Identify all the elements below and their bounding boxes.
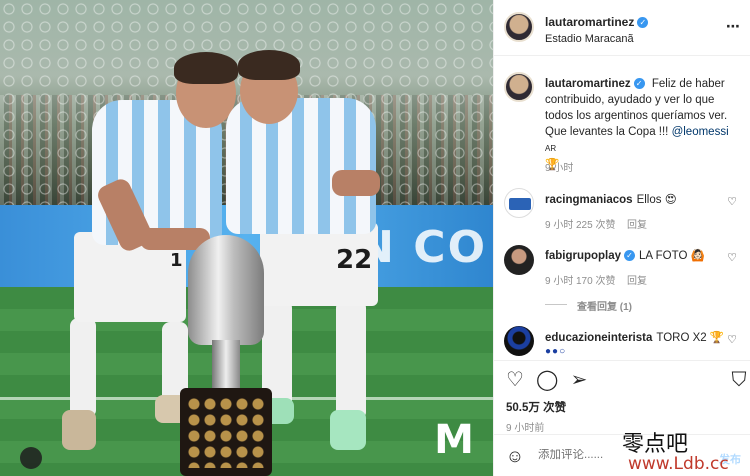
post-timestamp[interactable]: 9 小时前 <box>506 419 544 434</box>
comment-like-heart-icon[interactable]: ♡ <box>726 252 738 264</box>
comment-like-count[interactable]: 170 次赞 <box>576 272 615 287</box>
post-header: lautaromartinez ✓ Estadio Maracanã ⋯ <box>494 0 750 56</box>
player-right-boot-right <box>330 410 366 450</box>
comment-text: LA FOTO 🙆🏻 <box>639 250 705 262</box>
view-replies-button[interactable]: 查看回复 (1) <box>577 298 632 313</box>
player-left-sock <box>70 318 96 418</box>
player-left-number: 1 <box>170 250 183 271</box>
watermark-logo: M <box>434 417 474 463</box>
comment-time[interactable]: 9 小时 <box>545 272 573 287</box>
comment-fabigrupoplay: fabigrupoplay ✓ LA FOTO 🙆🏻 <box>545 248 705 262</box>
post-photo[interactable]: IÓN CO 1 22 M <box>0 0 493 476</box>
trophy-base <box>180 388 272 476</box>
player-left-boot <box>62 410 96 450</box>
instagram-post-view: IÓN CO 1 22 M lautaromartinez ✓ Estadio … <box>0 0 750 476</box>
comment-like-heart-icon[interactable]: ♡ <box>726 334 738 346</box>
player-left-hair <box>174 52 238 84</box>
user-tags-icon[interactable] <box>20 447 42 469</box>
comment-username[interactable]: fabigrupoplay ✓ <box>545 250 636 262</box>
caption-mention-link[interactable]: @leomessi <box>672 126 729 138</box>
comment-icon[interactable]: ◯ <box>536 369 558 391</box>
comment-racingmaniacos: racingmaniacos Ellos 😍 <box>545 192 677 206</box>
author-username[interactable]: lautaromartinez ✓ <box>545 15 649 29</box>
like-count[interactable]: 50.5万 次赞 <box>506 399 566 415</box>
comment-avatar-fabigrupoplay[interactable] <box>504 245 534 275</box>
trophy-stem <box>212 340 240 390</box>
share-icon[interactable]: ➢ <box>568 369 590 391</box>
comment-reply-button[interactable]: 回复 <box>627 216 647 231</box>
caption-username[interactable]: lautaromartinez ✓ <box>545 78 645 90</box>
comment-time[interactable]: 9 小时 <box>545 216 573 231</box>
copa-america-trophy <box>188 235 264 345</box>
player-right-hair <box>238 50 300 80</box>
player-right-sock-right <box>336 300 366 420</box>
comment-text: Ellos 😍 <box>636 194 677 206</box>
post-caption: lautaromartinez ✓ Feliz de haber contribu… <box>545 76 741 173</box>
comment-avatar-educazioneinterista[interactable] <box>504 326 534 356</box>
emoji-icon[interactable]: ☺ <box>504 445 526 467</box>
comment-educazioneinterista: educazioneinterista TORO X2 🏆 <box>545 330 724 344</box>
post-location[interactable]: Estadio Maracanã <box>545 33 634 45</box>
comment-reply-button[interactable]: 回复 <box>627 272 647 287</box>
verified-icon: ✓ <box>637 17 649 29</box>
caption-author-avatar[interactable] <box>504 72 534 102</box>
post-sidebar: lautaromartinez ✓ Estadio Maracanã ⋯ laut… <box>493 0 750 476</box>
site-watermark-url: www.Ldb.cc <box>628 454 729 474</box>
player-right-arm <box>332 170 380 196</box>
verified-icon: ✓ <box>633 78 645 90</box>
comment-avatar-racingmaniacos[interactable] <box>504 188 534 218</box>
verified-icon: ✓ <box>624 250 636 262</box>
comment-like-heart-icon[interactable]: ♡ <box>726 196 738 208</box>
bookmark-icon[interactable]: ⛉ <box>728 369 750 391</box>
player-right-number: 22 <box>336 245 373 275</box>
replies-divider <box>545 304 567 305</box>
player-right-shirt <box>226 98 376 234</box>
author-avatar[interactable] <box>504 12 534 42</box>
comment-like-count[interactable]: 225 次赞 <box>576 216 615 231</box>
caption-time[interactable]: 9 小时 <box>545 159 573 174</box>
comment-username[interactable]: racingmaniacos <box>545 194 633 206</box>
heart-icon[interactable]: ♡ <box>504 369 526 391</box>
more-options-icon[interactable]: ⋯ <box>726 18 741 35</box>
flag-tag: AR <box>545 144 557 153</box>
comment-username[interactable]: educazioneinterista <box>545 332 652 344</box>
comment-text: TORO X2 🏆 <box>656 332 725 344</box>
comment-badge: ●●○ <box>545 346 567 357</box>
